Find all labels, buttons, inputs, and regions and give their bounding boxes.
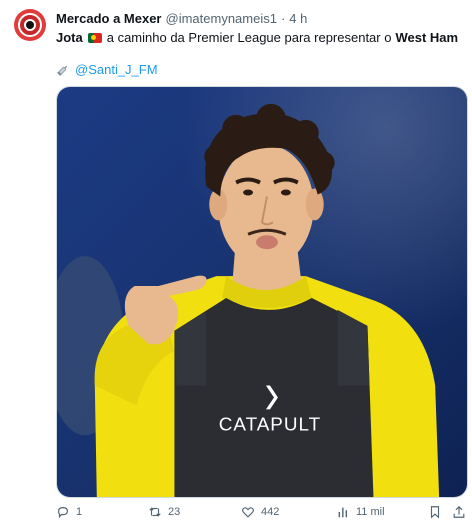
portugal-flag-icon	[87, 32, 102, 43]
tweet-text-subject: Jota	[56, 30, 83, 45]
tweet-text: Jota a caminho da Premier League para re…	[56, 30, 458, 45]
tweet-card[interactable]: Mercado a Mexer @imatemynameis1 · 4 h Jo…	[0, 0, 472, 522]
like-count: 442	[261, 506, 280, 518]
header-separator: ·	[280, 11, 286, 26]
views-count: 11 mil	[356, 506, 385, 518]
share-icon	[453, 505, 465, 518]
tweet-photo[interactable]: CATAPULT	[56, 86, 468, 498]
repost-count: 23	[168, 506, 181, 518]
tweet-text-body: a caminho da Premier League para represe…	[106, 30, 392, 45]
like-button[interactable]: 442	[241, 505, 279, 519]
syringe-icon	[57, 65, 68, 76]
views-chart-icon	[338, 507, 348, 518]
player-photo-illustration: CATAPULT	[57, 87, 467, 497]
bookmark-button[interactable]	[428, 505, 442, 519]
views-button[interactable]: 11 mil	[336, 505, 385, 519]
bookmark-icon	[430, 506, 440, 519]
avatar-logo-ring	[18, 13, 42, 37]
author-name[interactable]: Mercado a Mexer	[56, 11, 162, 26]
repost-icon	[149, 507, 161, 517]
heart-icon	[242, 507, 254, 518]
tweet-timestamp[interactable]: 4 h	[289, 11, 307, 26]
share-button[interactable]	[452, 505, 466, 519]
avatar[interactable]	[14, 9, 46, 41]
tweet-actions: 1 23 442 11 mil	[56, 505, 468, 521]
tweet-text-club: West Ham	[395, 30, 459, 45]
reply-button[interactable]: 1	[56, 505, 82, 519]
tweet-header: Mercado a Mexer @imatemynameis1 · 4 h	[56, 11, 307, 26]
credit-link[interactable]: @Santi_J_FM	[75, 62, 158, 77]
repost-button[interactable]: 23	[148, 505, 180, 519]
reply-count: 1	[76, 506, 83, 518]
avatar-logo-center	[24, 19, 36, 31]
author-handle[interactable]: @imatemynameis1	[166, 11, 277, 26]
vest-logo-text: CATAPULT	[219, 414, 321, 435]
photo-credit: @Santi_J_FM	[56, 62, 158, 77]
reply-icon	[58, 507, 68, 519]
